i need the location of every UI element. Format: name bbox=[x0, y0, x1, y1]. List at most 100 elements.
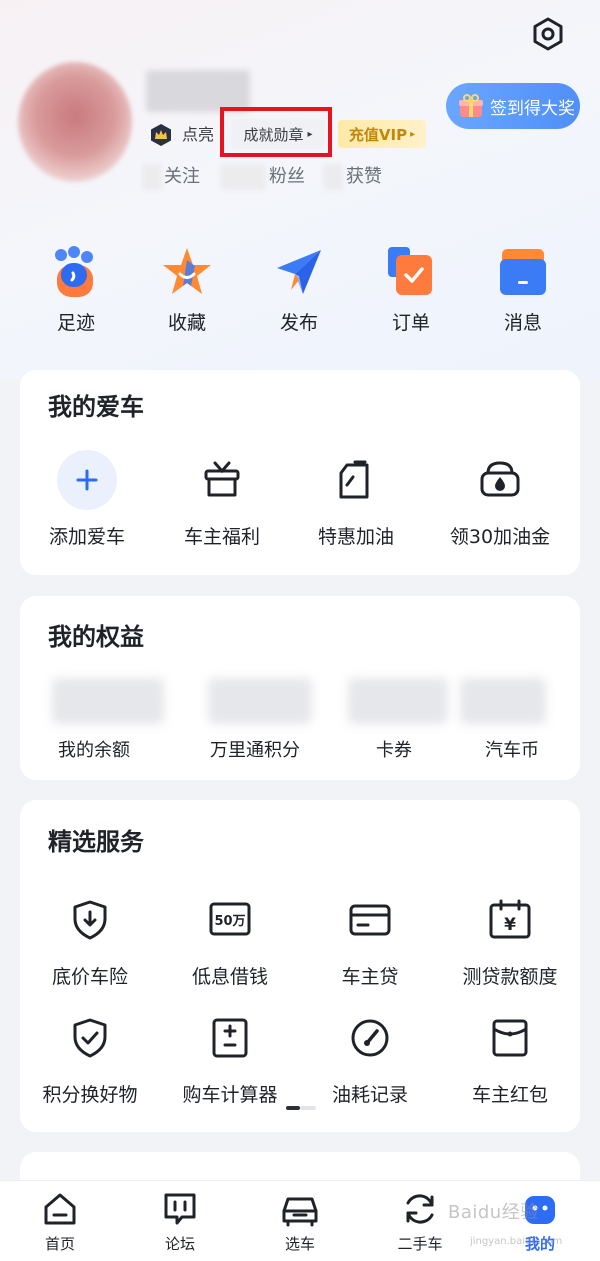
chevron-right-icon: ▸ bbox=[410, 128, 416, 140]
svg-text:50万: 50万 bbox=[214, 914, 245, 929]
tab-forum[interactable]: 论坛 bbox=[120, 1189, 240, 1254]
points-exchange-button[interactable]: 积分换好物 bbox=[20, 1008, 160, 1107]
car-insurance-button[interactable]: 底价车险 bbox=[20, 890, 160, 989]
gauge-icon bbox=[340, 1008, 400, 1068]
shield-check-icon bbox=[60, 1008, 120, 1068]
coins-value-blurred bbox=[460, 678, 546, 724]
grid-label: 底价车险 bbox=[51, 966, 128, 988]
discount-fuel-button[interactable]: 特惠加油 bbox=[286, 450, 426, 549]
settings-button[interactable] bbox=[528, 14, 568, 54]
car-icon bbox=[280, 1189, 320, 1229]
quick-publish[interactable]: 发布 bbox=[249, 244, 349, 344]
quick-actions: 足迹 收藏 发布 订单 消息 bbox=[0, 244, 600, 344]
grid-label: 车主福利 bbox=[183, 526, 260, 548]
quick-label: 足迹 bbox=[56, 312, 95, 334]
car-coins-label[interactable]: 汽车币 bbox=[485, 736, 539, 762]
pager-dot bbox=[300, 1106, 316, 1110]
quick-label: 发布 bbox=[279, 312, 318, 334]
grid-label: 车主贷 bbox=[341, 966, 399, 988]
fuel-can-icon bbox=[326, 450, 386, 510]
services-title: 精选服务 bbox=[48, 828, 144, 856]
tab-home[interactable]: 首页 bbox=[0, 1189, 120, 1254]
coupons-label[interactable]: 卡券 bbox=[376, 736, 412, 762]
grid-label: 测贷款额度 bbox=[462, 966, 558, 988]
forum-icon bbox=[160, 1189, 200, 1229]
tab-label: 二手车 bbox=[397, 1235, 443, 1253]
quick-label: 消息 bbox=[503, 312, 542, 334]
settings-hex-icon bbox=[533, 17, 563, 51]
add-car-button[interactable]: 添加爱车 bbox=[17, 450, 157, 549]
quick-label: 订单 bbox=[391, 312, 430, 334]
fuel-bonus-button[interactable]: 领30加油金 bbox=[430, 450, 570, 549]
tab-label: 论坛 bbox=[164, 1235, 195, 1253]
quick-label: 收藏 bbox=[167, 312, 206, 334]
balance-value-blurred bbox=[52, 678, 164, 724]
loan-limit-test-button[interactable]: ¥ 测贷款额度 bbox=[440, 890, 580, 989]
red-envelope-icon bbox=[480, 1008, 540, 1068]
services-pager bbox=[286, 1106, 316, 1110]
watermark-url: jingyan.baidu.com bbox=[470, 1236, 563, 1247]
grid-label: 添加爱车 bbox=[48, 526, 125, 548]
checkin-label: 签到得大奖 bbox=[490, 98, 575, 119]
points-label[interactable]: 万里通积分 bbox=[210, 736, 300, 762]
refresh-icon bbox=[400, 1189, 440, 1229]
grid-label: 车主红包 bbox=[471, 1084, 548, 1106]
shield-download-icon bbox=[60, 890, 120, 950]
points-value-blurred bbox=[208, 678, 312, 724]
loan-50w-icon: 50万 bbox=[200, 890, 260, 950]
fans-count-blurred bbox=[220, 164, 266, 190]
svg-text:¥: ¥ bbox=[504, 915, 516, 935]
grid-label: 低息借钱 bbox=[191, 966, 268, 988]
calendar-yen-icon: ¥ bbox=[480, 890, 540, 950]
nickname-blurred bbox=[146, 70, 250, 112]
owner-red-packet-button[interactable]: 车主红包 bbox=[440, 1008, 580, 1107]
quick-favorites[interactable]: 收藏 bbox=[137, 244, 237, 344]
follow-count-blurred bbox=[142, 164, 162, 190]
home-icon bbox=[40, 1189, 80, 1229]
quick-messages[interactable]: 消息 bbox=[473, 244, 573, 344]
watermark: Baidu经验 bbox=[448, 1202, 539, 1223]
owner-loan-button[interactable]: 车主贷 bbox=[300, 890, 440, 989]
message-icon bbox=[495, 244, 551, 300]
order-icon bbox=[383, 244, 439, 300]
my-car-card: 我的爱车 添加爱车 车主福利 特惠加油 领30加油金 bbox=[20, 370, 580, 575]
follow-label[interactable]: 关注 bbox=[164, 164, 200, 190]
gift-box-icon bbox=[192, 450, 252, 510]
footprint-icon bbox=[48, 244, 104, 300]
grid-label: 购车计算器 bbox=[182, 1084, 278, 1106]
red-highlight-box bbox=[220, 107, 332, 157]
avatar[interactable] bbox=[18, 62, 132, 182]
tab-label: 选车 bbox=[284, 1235, 315, 1253]
pager-dot-active bbox=[286, 1106, 300, 1110]
balance-label[interactable]: 我的余额 bbox=[58, 736, 130, 762]
card-icon bbox=[340, 890, 400, 950]
grid-label: 特惠加油 bbox=[317, 526, 394, 548]
star-icon bbox=[159, 244, 215, 300]
add-icon bbox=[57, 450, 117, 510]
calculator-icon bbox=[200, 1008, 260, 1068]
low-interest-loan-button[interactable]: 50万 低息借钱 bbox=[160, 890, 300, 989]
light-up-label: 点亮 bbox=[182, 125, 215, 144]
fuel-record-button[interactable]: 油耗记录 bbox=[300, 1008, 440, 1107]
coupons-value-blurred bbox=[348, 678, 448, 724]
quick-footprint[interactable]: 足迹 bbox=[26, 244, 126, 344]
vip-label: 充值VIP bbox=[348, 125, 408, 144]
owner-benefits-button[interactable]: 车主福利 bbox=[152, 450, 292, 549]
tab-label: 首页 bbox=[44, 1235, 75, 1253]
my-car-title: 我的爱车 bbox=[48, 393, 144, 421]
fans-label[interactable]: 粉丝 bbox=[269, 164, 305, 190]
grid-label: 油耗记录 bbox=[331, 1084, 408, 1106]
grid-label: 积分换好物 bbox=[42, 1084, 138, 1106]
grid-label: 领30加油金 bbox=[449, 526, 551, 548]
checkin-button[interactable]: 签到得大奖 bbox=[446, 83, 580, 129]
tab-select-car[interactable]: 选车 bbox=[240, 1189, 360, 1254]
gas-pump-icon bbox=[470, 450, 530, 510]
my-rights-card: 我的权益 我的余额 万里通积分 卡券 汽车币 bbox=[20, 596, 580, 780]
car-calculator-button[interactable]: 购车计算器 bbox=[160, 1008, 300, 1107]
quick-orders[interactable]: 订单 bbox=[361, 244, 461, 344]
likes-label[interactable]: 获赞 bbox=[346, 164, 382, 190]
services-card: 精选服务 底价车险 50万 低息借钱 车主贷 ¥ 测贷款额度 积分换好物 购车计… bbox=[20, 800, 580, 1132]
vip-recharge-button[interactable]: 充值VIP ▸ bbox=[338, 120, 426, 148]
likes-count-blurred bbox=[323, 164, 343, 190]
crown-icon bbox=[148, 122, 174, 148]
